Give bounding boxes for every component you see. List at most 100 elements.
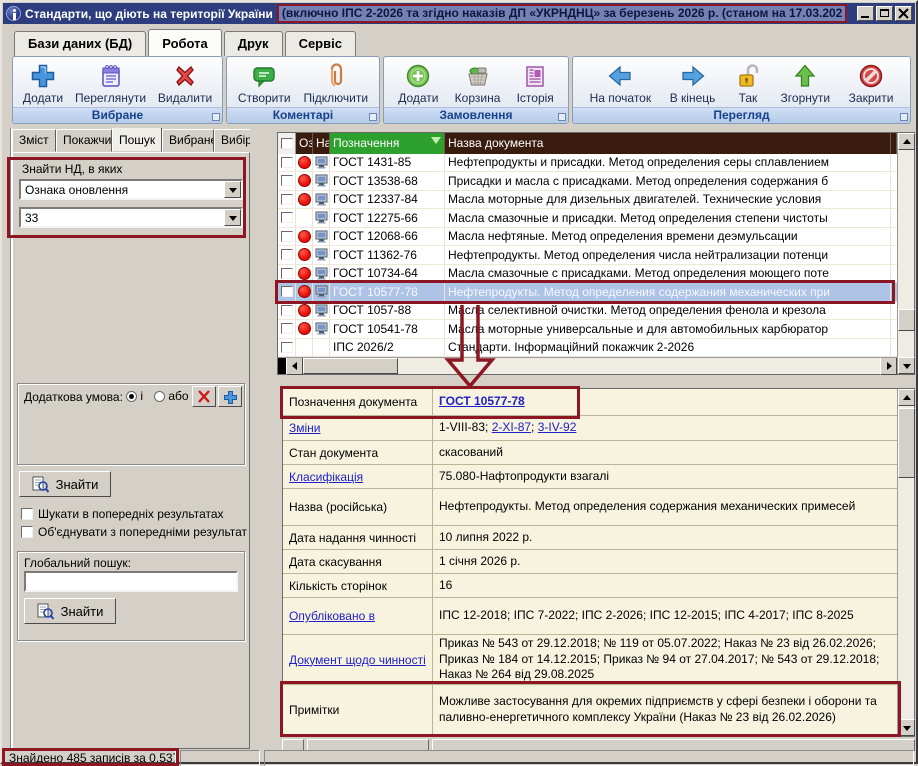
ribbon-tab-bar: Бази даних (БД) Робота Друк Сервіс (14, 29, 356, 56)
detail-row-valid-from: Дата надання чинності 10 липня 2022 р. (283, 526, 897, 550)
row-checkbox[interactable] (281, 157, 293, 168)
column-header-ozn[interactable]: Озн (296, 133, 313, 154)
scroll-up-button[interactable] (898, 389, 915, 406)
row-checkbox[interactable] (281, 194, 293, 205)
changes-label-link[interactable]: Зміни (289, 421, 321, 435)
scroll-left-button[interactable] (286, 358, 303, 375)
go-last-button[interactable]: В кінець (666, 61, 720, 106)
table-row[interactable]: ГОСТ 1431-85 Нефтепродукты и присадки. М… (278, 154, 897, 173)
scroll-down-button[interactable] (898, 719, 915, 736)
add-order-button[interactable]: Додати (394, 61, 442, 106)
global-find-button[interactable]: Знайти (24, 598, 116, 624)
sort-descending-icon (431, 137, 441, 149)
merge-previous-checkbox[interactable]: Об'єднувати з попередніми результатами (21, 525, 247, 539)
validity-doc-label-link[interactable]: Документ щодо чинності (289, 653, 426, 667)
global-search-input[interactable] (24, 571, 238, 592)
radio-or[interactable]: або (154, 389, 189, 403)
row-checkbox[interactable] (281, 231, 293, 242)
delete-favorite-button[interactable]: Видалити (154, 61, 216, 106)
column-header-docname[interactable]: Назва документа (445, 133, 891, 154)
table-row[interactable]: ГОСТ 10541-78 Масла моторные универсальн… (278, 320, 897, 339)
column-header-naz[interactable]: Наз (313, 133, 330, 154)
sidebar-tab-favorites[interactable]: Вибране (162, 129, 214, 152)
tab-databases[interactable]: Бази даних (БД) (14, 31, 146, 56)
sidebar-tab-contents[interactable]: Зміст (12, 129, 56, 152)
additional-condition-group: Додаткова умова: і або (17, 383, 245, 465)
radio-and[interactable]: і (126, 389, 143, 403)
scrollbar-thumb[interactable] (898, 309, 915, 331)
table-row[interactable]: ГОСТ 12068-66 Масла нефтяные. Метод опре… (278, 228, 897, 247)
tab-work[interactable]: Робота (148, 29, 222, 56)
row-checkbox[interactable] (281, 268, 293, 279)
sidebar-tab-selection[interactable]: Вибірка (214, 129, 250, 152)
sidebar-tab-search[interactable]: Пошук (112, 128, 162, 152)
attach-comment-button[interactable]: Підключити (300, 61, 373, 106)
table-horizontal-scrollbar[interactable] (278, 357, 897, 374)
checkbox-icon[interactable] (281, 138, 293, 149)
group-expand-icon[interactable] (212, 113, 220, 121)
table-row-selected[interactable]: ГОСТ 10577-78 Нефтепродукты. Метод опред… (278, 283, 897, 302)
collapse-button[interactable]: Згорнути (777, 61, 835, 106)
row-checkbox[interactable] (281, 323, 293, 334)
title-bar: Стандарти, що діють на території України… (3, 3, 915, 24)
table-row[interactable]: ГОСТ 10734-64 Масла смазочные с присадка… (278, 265, 897, 284)
table-row[interactable]: ГОСТ 12337-84 Масла моторные для дизельн… (278, 191, 897, 210)
basket-button[interactable]: Корзина (451, 61, 505, 106)
group-expand-icon[interactable] (558, 113, 566, 121)
close-button[interactable] (895, 6, 912, 21)
classification-label-link[interactable]: Класифікація (289, 470, 363, 484)
scroll-up-button[interactable] (898, 133, 915, 150)
details-vertical-scrollbar[interactable] (897, 389, 914, 736)
column-header-designation[interactable]: Позначення (330, 133, 445, 154)
scroll-right-button[interactable] (880, 358, 897, 375)
go-first-button[interactable]: На початок (586, 61, 656, 106)
update-marker-icon (298, 174, 311, 187)
designation-link[interactable]: ГОСТ 10577-78 (439, 394, 525, 410)
table-row[interactable]: ІПС 2026/2 Стандарти. Інформаційний пока… (278, 339, 897, 358)
table-row[interactable]: ГОСТ 13538-68 Присадки и масла с присадк… (278, 172, 897, 191)
combo-dropdown-button[interactable] (224, 181, 241, 198)
history-button[interactable]: Історія (513, 61, 558, 106)
change-link[interactable]: 3-IV-92 (538, 420, 577, 434)
published-label-link[interactable]: Опубліковано в (289, 609, 375, 623)
combo-dropdown-button[interactable] (224, 209, 241, 226)
table-row[interactable]: ГОСТ 11362-76 Нефтепродукты. Метод опред… (278, 246, 897, 265)
table-row[interactable]: ГОСТ 12275-66 Масла смазочные и присадки… (278, 209, 897, 228)
row-checkbox[interactable] (281, 249, 293, 260)
group-comments: Створити Підключити Коментарі (226, 56, 380, 124)
tab-print[interactable]: Друк (224, 31, 283, 56)
row-checkbox[interactable] (281, 175, 293, 186)
tab-service[interactable]: Сервіс (285, 31, 356, 56)
search-previous-checkbox[interactable]: Шукати в попередніх результатах (21, 507, 247, 521)
checkbox-icon[interactable] (21, 526, 33, 538)
left-splitter[interactable] (4, 128, 12, 748)
maximize-button[interactable] (876, 6, 893, 21)
row-checkbox[interactable] (281, 342, 293, 353)
remove-condition-button[interactable] (192, 386, 216, 407)
create-comment-button[interactable]: Створити (234, 61, 295, 106)
row-checkbox[interactable] (281, 286, 293, 297)
search-field-combobox[interactable]: Ознака оновлення (19, 179, 243, 200)
group-expand-icon[interactable] (900, 113, 908, 121)
select-all-header[interactable] (278, 133, 296, 154)
row-checkbox[interactable] (281, 305, 293, 316)
scroll-down-button[interactable] (898, 357, 915, 374)
row-checkbox[interactable] (281, 212, 293, 223)
lock-button[interactable]: Так (730, 61, 766, 106)
view-favorite-button[interactable]: Переглянути (71, 61, 150, 106)
search-value-combobox[interactable]: 33 (19, 207, 243, 228)
checkbox-icon[interactable] (21, 508, 33, 520)
add-favorite-button[interactable]: Додати (19, 61, 67, 106)
scrollbar-thumb[interactable] (898, 408, 915, 478)
delete-x-icon (171, 62, 199, 90)
table-vertical-scrollbar[interactable] (897, 133, 914, 374)
change-link[interactable]: 2-XI-87 (492, 420, 531, 434)
sidebar-tab-index[interactable]: Покажчик (56, 129, 112, 152)
minimize-button[interactable] (857, 6, 874, 21)
close-view-button[interactable]: Закрити (845, 61, 898, 106)
find-button[interactable]: Знайти (19, 471, 111, 497)
scrollbar-thumb[interactable] (303, 358, 398, 374)
add-condition-button[interactable] (218, 386, 242, 407)
table-row[interactable]: ГОСТ 1057-88 Масла селективной очистки. … (278, 302, 897, 321)
group-expand-icon[interactable] (369, 113, 377, 121)
